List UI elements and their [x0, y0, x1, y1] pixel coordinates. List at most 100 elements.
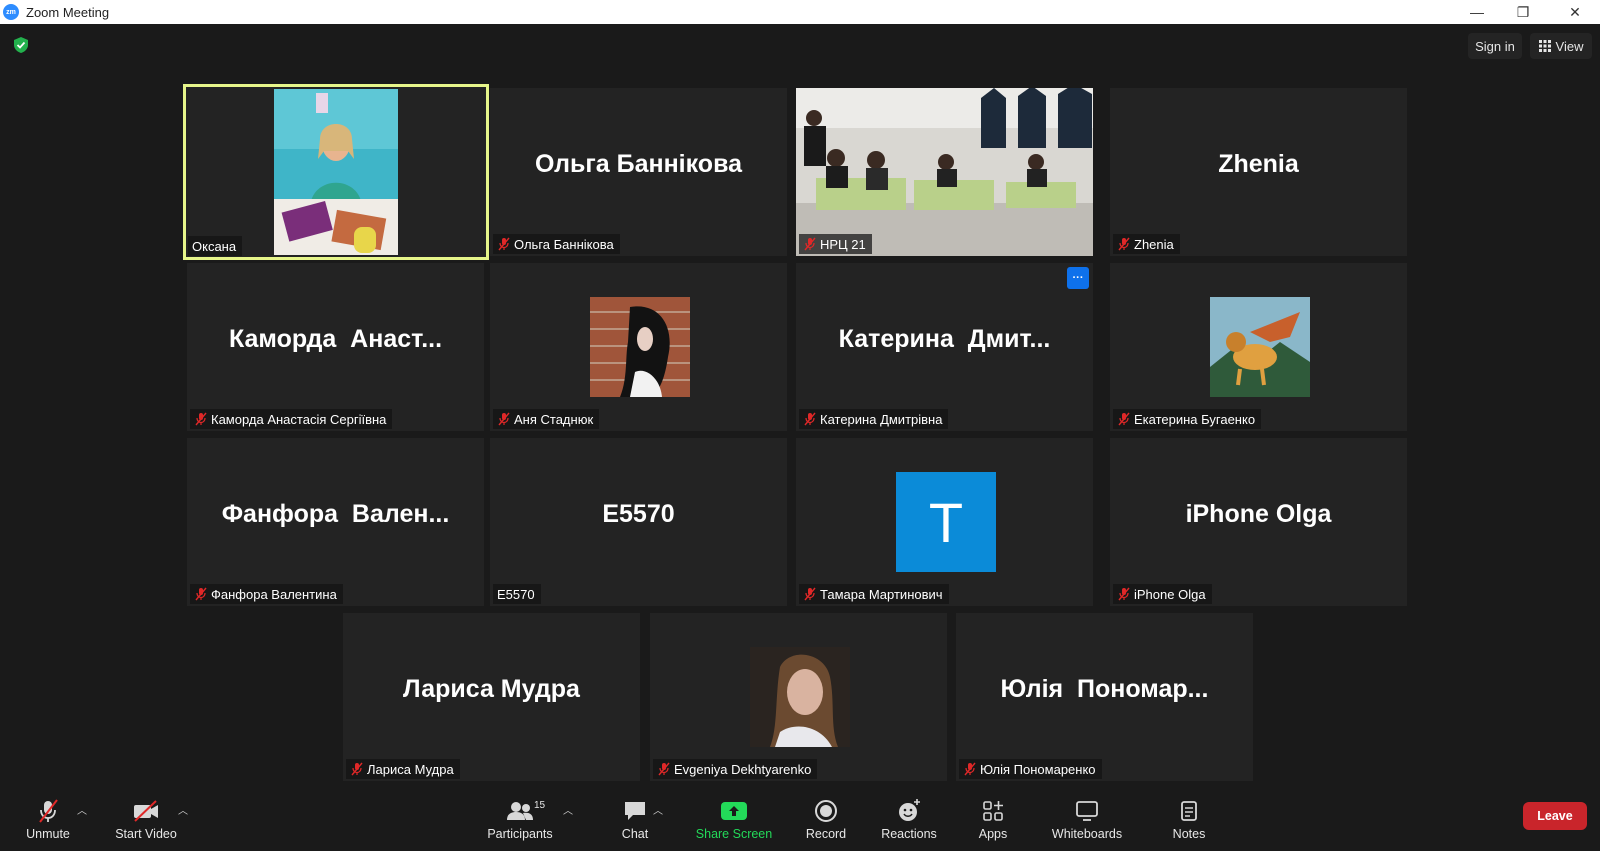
participant-name-label: Аня Стаднюк — [493, 409, 600, 429]
notes-icon — [1181, 801, 1197, 821]
participant-name-label: Ольга Баннікова — [493, 234, 620, 254]
participant-name: Каморда Анастасія Сергіївна — [211, 411, 387, 427]
more-options-button[interactable]: ··· — [1067, 267, 1089, 289]
muted-mic-icon — [351, 762, 363, 776]
participant-name: Катерина Дмитрівна — [820, 411, 943, 427]
participant-name-label: iPhone Olga — [1113, 584, 1212, 604]
participant-name-label: Фанфора Валентина — [190, 584, 343, 604]
participant-tile[interactable]: Оксана — [183, 84, 489, 260]
participant-avatar-letter: T — [896, 472, 996, 572]
meeting-topbar: Sign in View — [0, 24, 1600, 68]
participant-tile[interactable]: iPhone Olga iPhone Olga — [1110, 438, 1407, 606]
whiteboard-icon — [1076, 801, 1098, 821]
participant-display-name: Фанфора Вален... — [221, 500, 450, 528]
participant-tile[interactable]: T Тамара Мартинович — [796, 438, 1093, 606]
participant-display-name: Юлія Пономар... — [1000, 675, 1209, 703]
meeting-toolbar: Unmute ︿ Start Video ︿ Participants 15 ︿ — [0, 794, 1600, 851]
record-label: Record — [805, 827, 847, 841]
participant-video — [274, 89, 398, 255]
notes-button[interactable]: Notes — [1165, 794, 1213, 851]
muted-mic-icon — [195, 412, 207, 426]
participants-button[interactable]: Participants — [484, 794, 556, 851]
audio-options-caret-icon[interactable]: ︿ — [77, 802, 87, 817]
video-options-caret-icon[interactable]: ︿ — [178, 802, 188, 817]
participant-name: Екатерина Бугаенко — [1134, 411, 1256, 427]
muted-mic-icon — [1118, 237, 1130, 251]
participant-tile[interactable]: Екатерина Бугаенко — [1110, 263, 1407, 431]
chat-label: Chat — [621, 827, 649, 841]
participant-name: Тамара Мартинович — [820, 586, 943, 602]
participants-options-caret-icon[interactable]: ︿ — [563, 802, 573, 817]
view-button[interactable]: View — [1530, 33, 1592, 59]
participant-name: Оксана — [192, 238, 237, 254]
participant-tile[interactable]: Фанфора Вален... Фанфора Валентина — [187, 438, 484, 606]
chat-icon — [625, 802, 645, 820]
minimize-button[interactable]: — — [1454, 0, 1500, 24]
zoom-logo-icon: zm — [3, 4, 19, 20]
participant-name-label: E5570 — [493, 584, 541, 604]
share-screen-icon — [721, 802, 747, 820]
reactions-label: Reactions — [881, 827, 937, 841]
unmute-button[interactable]: Unmute — [18, 794, 78, 851]
start-video-button[interactable]: Start Video — [108, 794, 184, 851]
muted-mic-icon — [1118, 587, 1130, 601]
participant-tile[interactable]: E5570 E5570 — [490, 438, 787, 606]
participant-name-label: Каморда Анастасія Сергіївна — [190, 409, 393, 429]
restore-button[interactable]: ❐ — [1500, 0, 1546, 24]
participant-tile[interactable]: Катерина Дмит... ··· Катерина Дмитрівна — [796, 263, 1093, 431]
sign-in-button[interactable]: Sign in — [1468, 33, 1522, 59]
participant-tile[interactable]: Лариса Мудра Лариса Мудра — [343, 613, 640, 781]
notes-label: Notes — [1172, 827, 1206, 841]
participant-name-label: Оксана — [188, 236, 243, 256]
muted-mic-icon — [658, 762, 670, 776]
participant-name: Zhenia — [1134, 236, 1174, 252]
share-screen-label: Share Screen — [695, 827, 773, 841]
leave-label: Leave — [1537, 809, 1573, 823]
participant-name: Фанфора Валентина — [211, 586, 337, 602]
reactions-button[interactable]: Reactions — [876, 794, 942, 851]
participant-name-label: Катерина Дмитрівна — [799, 409, 949, 429]
participant-tile[interactable]: Ольга Баннікова Ольга Баннікова — [490, 88, 787, 256]
participant-name: E5570 — [497, 586, 535, 602]
participant-display-name: Ольга Баннікова — [534, 150, 743, 178]
record-icon — [815, 800, 837, 822]
record-button[interactable]: Record — [798, 794, 854, 851]
participant-tile[interactable]: Zhenia Zhenia — [1110, 88, 1407, 256]
participant-avatar — [1210, 297, 1310, 397]
participant-display-name: Катерина Дмит... — [838, 325, 1051, 353]
participant-name-label: НРЦ 21 — [799, 234, 872, 254]
share-screen-button[interactable]: Share Screen — [692, 794, 776, 851]
microphone-muted-icon — [39, 799, 58, 823]
apps-button[interactable]: Apps — [968, 794, 1018, 851]
leave-button[interactable]: Leave — [1523, 802, 1587, 830]
participant-avatar — [750, 647, 850, 747]
close-button[interactable]: ✕ — [1552, 0, 1598, 24]
participants-label: Participants — [487, 827, 553, 841]
participant-name-label: Zhenia — [1113, 234, 1180, 254]
muted-mic-icon — [804, 237, 816, 251]
participant-tile[interactable]: Каморда Анаст... Каморда Анастасія Сергії… — [187, 263, 484, 431]
muted-mic-icon — [964, 762, 976, 776]
participant-name: Evgeniya Dekhtyarenko — [674, 761, 812, 777]
participants-icon — [507, 802, 533, 820]
participant-name: НРЦ 21 — [820, 236, 866, 252]
participant-tile[interactable]: Evgeniya Dekhtyarenko — [650, 613, 947, 781]
window-titlebar: zm Zoom Meeting — ❐ ✕ — [0, 0, 1600, 24]
encryption-shield-icon[interactable] — [12, 36, 30, 54]
whiteboards-button[interactable]: Whiteboards — [1044, 794, 1130, 851]
participant-name-label: Екатерина Бугаенко — [1113, 409, 1262, 429]
whiteboards-label: Whiteboards — [1051, 827, 1123, 841]
participant-display-name: Каморда Анаст... — [228, 325, 443, 353]
participant-tile[interactable]: Юлія Пономар... Юлія Пономаренко — [956, 613, 1253, 781]
participant-tile[interactable]: НРЦ 21 — [796, 88, 1093, 256]
participant-video — [796, 88, 1093, 256]
participant-name: Ольга Баннікова — [514, 236, 614, 252]
participant-name: Юлія Пономаренко — [980, 761, 1096, 777]
start-video-label: Start Video — [115, 827, 177, 841]
apps-icon — [983, 801, 1003, 821]
participant-name-label: Evgeniya Dekhtyarenko — [653, 759, 818, 779]
muted-mic-icon — [498, 412, 510, 426]
participant-tile[interactable]: Аня Стаднюк — [490, 263, 787, 431]
chat-options-caret-icon[interactable]: ︿ — [653, 802, 663, 817]
participant-display-name: iPhone Olga — [1185, 500, 1332, 528]
